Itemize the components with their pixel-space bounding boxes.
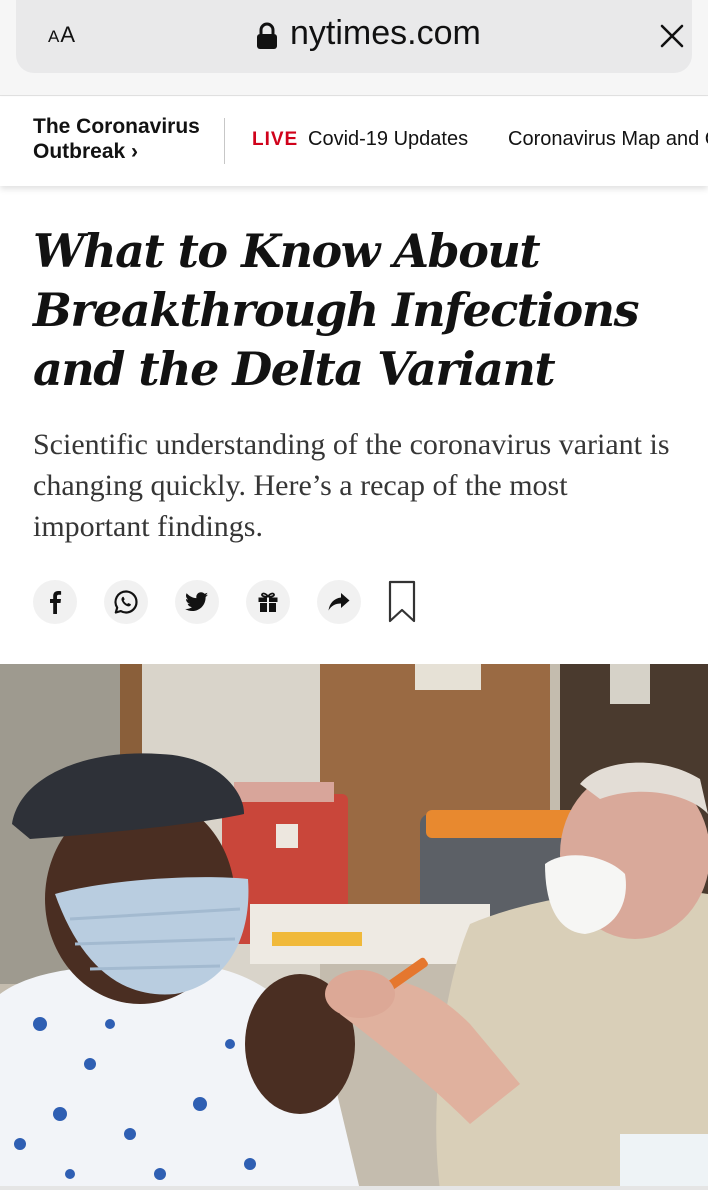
vaccination-photo xyxy=(0,664,708,1190)
nav-divider xyxy=(224,118,225,164)
address-bar[interactable]: AA nytimes.com xyxy=(16,0,692,73)
nav-link-coronavirus-map[interactable]: Coronavirus Map and Cases xyxy=(508,128,708,151)
section-nav: The Coronavirus Outbreak › LIVE Covid-19… xyxy=(0,97,708,186)
share-toolbar xyxy=(33,580,433,624)
bookmark-icon[interactable] xyxy=(388,580,416,624)
more-share-button[interactable] xyxy=(317,580,361,624)
lock-icon xyxy=(257,22,277,49)
article-headline: What to Know About Breakthrough Infectio… xyxy=(33,224,640,396)
facebook-icon xyxy=(50,591,62,614)
nav-link-covid-updates[interactable]: Covid-19 Updates xyxy=(308,128,468,151)
text-size-small-label: A xyxy=(48,27,61,46)
browser-bar: AA nytimes.com xyxy=(0,0,708,96)
text-size-large-label: A xyxy=(60,22,77,47)
live-badge: LIVE xyxy=(252,129,299,150)
section-title-line1: The Coronavirus xyxy=(33,115,200,138)
section-title-line2: Outbreak › xyxy=(33,140,139,163)
facebook-share-button[interactable] xyxy=(33,580,77,624)
url-text[interactable]: nytimes.com xyxy=(290,14,481,53)
lead-photo xyxy=(0,664,708,1190)
twitter-share-button[interactable] xyxy=(175,580,219,624)
section-title-link[interactable]: The Coronavirus Outbreak › xyxy=(33,114,200,164)
twitter-icon xyxy=(185,592,208,611)
whatsapp-share-button[interactable] xyxy=(104,580,148,624)
gift-icon xyxy=(258,592,278,612)
share-icon xyxy=(328,593,350,611)
text-size-button[interactable]: AA xyxy=(48,22,76,48)
close-icon[interactable] xyxy=(658,22,686,50)
article-summary: Scientific understanding of the coronavi… xyxy=(33,428,670,543)
gift-article-button[interactable] xyxy=(246,580,290,624)
whatsapp-icon xyxy=(114,590,138,614)
